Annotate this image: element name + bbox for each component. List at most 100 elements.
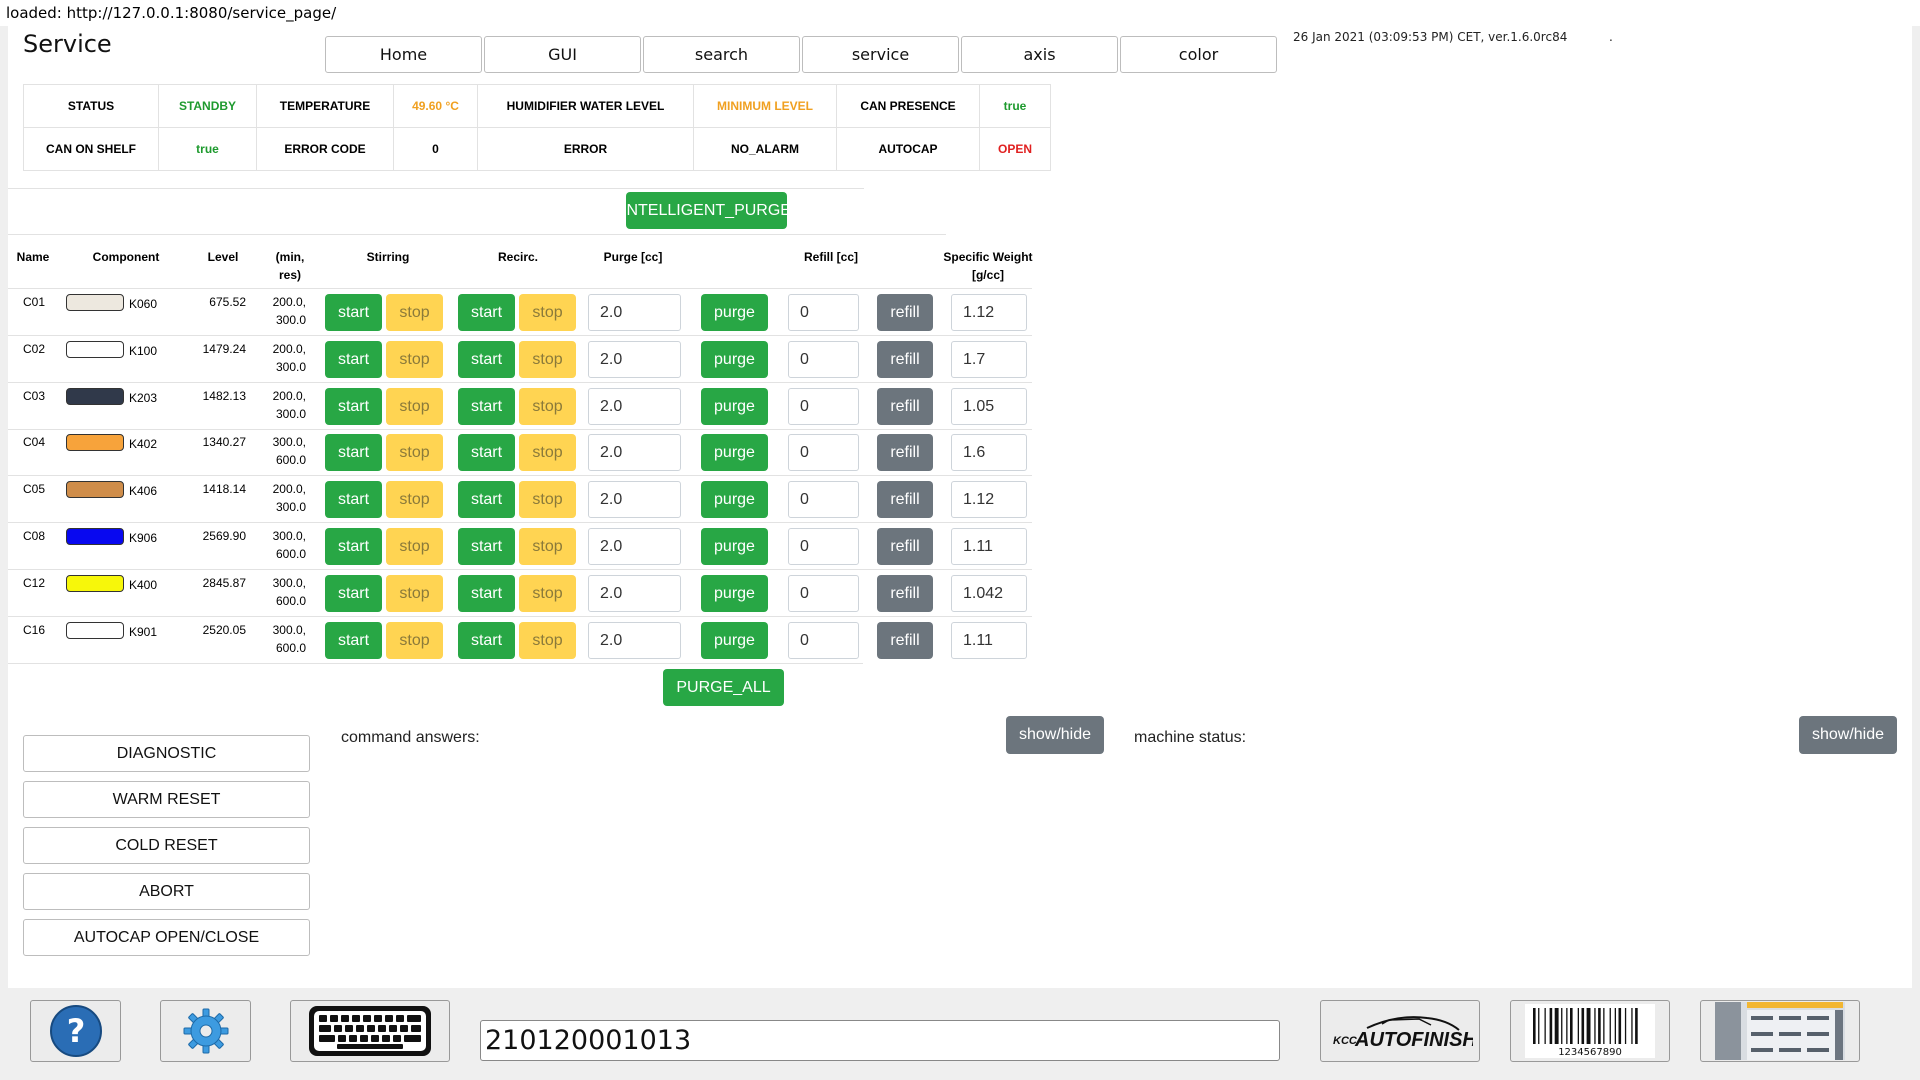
stirring-stop-button[interactable]: stop [386, 341, 443, 378]
recirc-stop-button[interactable]: stop [519, 388, 576, 425]
recirc-start-button[interactable]: start [458, 528, 515, 565]
specific-weight-input[interactable]: 1.12 [951, 294, 1027, 331]
refill-button[interactable]: refill [877, 528, 933, 565]
stirring-start-button[interactable]: start [325, 481, 382, 518]
stirring-stop-button[interactable]: stop [386, 528, 443, 565]
cold-reset-button[interactable]: COLD RESET [23, 827, 310, 864]
purge-amount-input[interactable]: 2.0 [588, 434, 681, 471]
warm-reset-button[interactable]: WARM RESET [23, 781, 310, 818]
nav-service-button[interactable]: service [802, 36, 959, 73]
stirring-start-button[interactable]: start [325, 434, 382, 471]
recirc-stop-button[interactable]: stop [519, 575, 576, 612]
purge-amount-input[interactable]: 2.0 [588, 294, 681, 331]
specific-weight-input[interactable]: 1.11 [951, 622, 1027, 659]
specific-weight-input[interactable]: 1.05 [951, 388, 1027, 425]
nav-search-button[interactable]: search [643, 36, 800, 73]
purge-button[interactable]: purge [701, 528, 768, 565]
stirring-start-button[interactable]: start [325, 294, 382, 331]
refill-button[interactable]: refill [877, 294, 933, 331]
intelligent-purge-button[interactable]: INTELLIGENT_PURGE [622, 192, 791, 229]
purge-amount-input[interactable]: 2.0 [588, 388, 681, 425]
error-code-value: 0 [393, 127, 478, 171]
keyboard-button[interactable] [290, 1000, 450, 1062]
nav-axis-button[interactable]: axis [961, 36, 1118, 73]
machine-status-show-hide-button[interactable]: show/hide [1799, 716, 1897, 754]
refill-button[interactable]: refill [877, 388, 933, 425]
stirring-stop-button[interactable]: stop [386, 481, 443, 518]
stirring-start-button[interactable]: start [325, 341, 382, 378]
machine-image-button[interactable] [1700, 1000, 1860, 1062]
refill-amount-input[interactable]: 0 [788, 388, 859, 425]
purge-button[interactable]: purge [701, 388, 768, 425]
stirring-start-button[interactable]: start [325, 388, 382, 425]
nav-color-button[interactable]: color [1120, 36, 1277, 73]
refill-button[interactable]: refill [877, 622, 933, 659]
autofinish-logo-button[interactable]: KCC AUTOFINISH [1320, 1000, 1480, 1062]
refill-amount-input[interactable]: 0 [788, 294, 859, 331]
recirc-start-button[interactable]: start [458, 434, 515, 471]
purge-button[interactable]: purge [701, 341, 768, 378]
specific-weight-input[interactable]: 1.11 [951, 528, 1027, 565]
specific-weight-input[interactable]: 1.12 [951, 481, 1027, 518]
stirring-start-button[interactable]: start [325, 528, 382, 565]
refill-button[interactable]: refill [877, 341, 933, 378]
stirring-stop-button[interactable]: stop [386, 434, 443, 471]
recirc-start-button[interactable]: start [458, 341, 515, 378]
refill-amount-input[interactable]: 0 [788, 481, 859, 518]
refill-amount-input[interactable]: 0 [788, 341, 859, 378]
recirc-start-button[interactable]: start [458, 388, 515, 425]
purge-amount-input[interactable]: 2.0 [588, 528, 681, 565]
purge-button[interactable]: purge [701, 294, 768, 331]
purge-button[interactable]: purge [701, 575, 768, 612]
purge-amount-input[interactable]: 2.0 [588, 481, 681, 518]
command-answers-show-hide-button[interactable]: show/hide [1006, 716, 1104, 754]
specific-weight-input[interactable]: 1.042 [951, 575, 1027, 612]
refill-button[interactable]: refill [877, 434, 933, 471]
nav-gui-button[interactable]: GUI [484, 36, 641, 73]
brand-name: AUTOFINISH [1354, 1029, 1473, 1051]
header-name: Name [16, 250, 50, 264]
nav-home-button[interactable]: Home [325, 36, 482, 73]
temperature-value: 49.60 °C [393, 84, 478, 128]
specific-weight-input[interactable]: 1.7 [951, 341, 1027, 378]
recirc-stop-button[interactable]: stop [519, 622, 576, 659]
recirc-stop-button[interactable]: stop [519, 294, 576, 331]
settings-button[interactable] [160, 1000, 251, 1062]
recirc-start-button[interactable]: start [458, 294, 515, 331]
stirring-stop-button[interactable]: stop [386, 388, 443, 425]
recirc-stop-button[interactable]: stop [519, 481, 576, 518]
stirring-start-button[interactable]: start [325, 622, 382, 659]
abort-button[interactable]: ABORT [23, 873, 310, 910]
help-button[interactable]: ? [30, 1000, 121, 1062]
purge-amount-input[interactable]: 2.0 [588, 575, 681, 612]
purge-all-button[interactable]: PURGE_ALL [663, 669, 784, 706]
refill-amount-input[interactable]: 0 [788, 575, 859, 612]
barcode-input[interactable]: 210120001013 [480, 1020, 1280, 1061]
purge-button[interactable]: purge [701, 481, 768, 518]
stirring-start-button[interactable]: start [325, 575, 382, 612]
purge-button[interactable]: purge [701, 622, 768, 659]
refill-amount-input[interactable]: 0 [788, 622, 859, 659]
refill-amount-input[interactable]: 0 [788, 528, 859, 565]
recirc-stop-button[interactable]: stop [519, 341, 576, 378]
autocap-open-close-button[interactable]: AUTOCAP OPEN/CLOSE [23, 919, 310, 956]
purge-amount-input[interactable]: 2.0 [588, 622, 681, 659]
recirc-stop-button[interactable]: stop [519, 528, 576, 565]
recirc-start-button[interactable]: start [458, 481, 515, 518]
stirring-stop-button[interactable]: stop [386, 622, 443, 659]
specific-weight-input[interactable]: 1.6 [951, 434, 1027, 471]
diagnostic-button[interactable]: DIAGNOSTIC [23, 735, 310, 772]
recirc-start-button[interactable]: start [458, 575, 515, 612]
recirc-start-button[interactable]: start [458, 622, 515, 659]
stirring-stop-button[interactable]: stop [386, 575, 443, 612]
refill-amount-input[interactable]: 0 [788, 434, 859, 471]
refill-button[interactable]: refill [877, 575, 933, 612]
refill-button[interactable]: refill [877, 481, 933, 518]
purge-amount-input[interactable]: 2.0 [588, 341, 681, 378]
stirring-stop-button[interactable]: stop [386, 294, 443, 331]
can-presence-label: CAN PRESENCE [836, 84, 980, 128]
purge-button[interactable]: purge [701, 434, 768, 471]
recirc-stop-button[interactable]: stop [519, 434, 576, 471]
gear-icon [183, 1008, 228, 1054]
barcode-button[interactable]: 1234567890 [1510, 1000, 1670, 1062]
